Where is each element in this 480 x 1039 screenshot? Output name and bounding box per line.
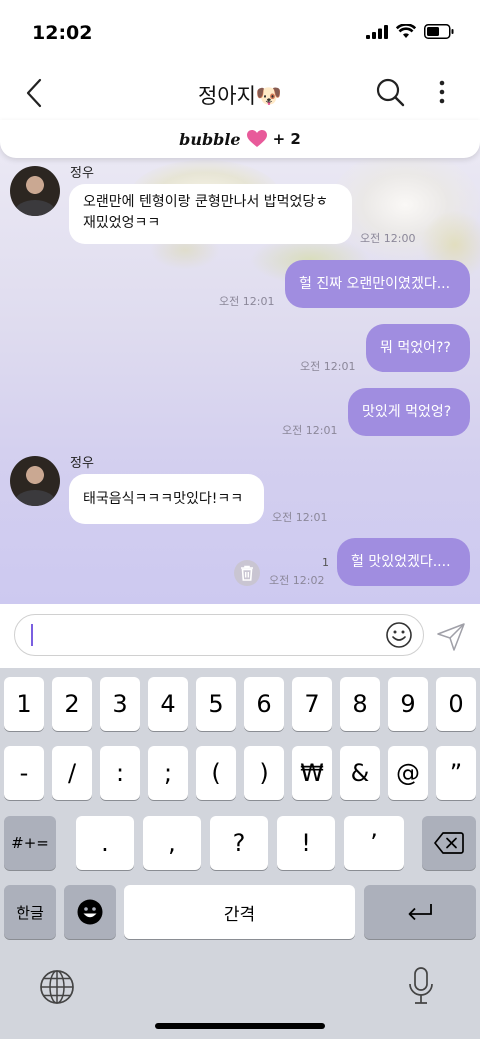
home-indicator [155, 1023, 325, 1029]
message-time: 오전 12:01 [272, 511, 328, 524]
status-time: 12:02 [32, 22, 93, 44]
unread-count: 1 [322, 556, 329, 569]
key-7[interactable]: 7 [292, 677, 332, 731]
battery-icon [424, 24, 454, 39]
message-time: 오전 12:00 [360, 232, 416, 245]
message-bubble-incoming[interactable]: 오랜만에 텐형이랑 쿤형만나서 밥먹었당ㅎ 재밌었엉ㅋㅋ [69, 184, 352, 244]
keyboard: 1 2 3 4 5 6 7 8 9 0 - / : ; ( ) ₩ & @ ” … [0, 668, 480, 1039]
key-language[interactable]: 한글 [4, 885, 56, 939]
key-quote[interactable]: ” [436, 746, 476, 800]
key-period[interactable]: . [76, 816, 134, 870]
message-input-bar [0, 604, 480, 668]
message-input[interactable] [14, 614, 424, 656]
message-bubble-outgoing[interactable]: 헐 진짜 오랜만이였겠다... [285, 260, 470, 308]
globe-icon [40, 970, 74, 1004]
message-time: 오전 12:01 [282, 424, 338, 437]
key-0[interactable]: 0 [436, 677, 476, 731]
delete-button[interactable] [234, 560, 260, 586]
key-slash[interactable]: / [52, 746, 92, 800]
return-arrow-icon [408, 904, 432, 921]
emoji-keyboard-icon [77, 899, 103, 925]
message-bubble-incoming[interactable]: 태국음식ㅋㅋㅋ맛있다!ㅋㅋ [69, 474, 264, 524]
signal-icon [366, 24, 388, 39]
key-5[interactable]: 5 [196, 677, 236, 731]
key-comma[interactable]: , [143, 816, 201, 870]
sender-name: 정우 [70, 456, 94, 471]
emoji-icon [386, 622, 412, 648]
dictation-button[interactable] [406, 966, 436, 1006]
mic-icon [409, 967, 433, 1004]
message-bubble-outgoing[interactable]: 뭐 먹었어?? [366, 324, 470, 372]
send-button[interactable] [436, 622, 466, 652]
search-button[interactable] [374, 76, 408, 110]
key-semicolon[interactable]: ; [148, 746, 188, 800]
backspace-key[interactable] [422, 816, 476, 870]
message-time: 오전 12:02 [269, 574, 325, 587]
language-switch-button[interactable] [38, 968, 76, 1006]
key-hyphen[interactable]: - [4, 746, 44, 800]
key-exclamation[interactable]: ! [277, 816, 335, 870]
heart-icon [246, 130, 267, 147]
search-icon [376, 78, 405, 107]
message-time: 오전 12:01 [300, 360, 356, 373]
return-key[interactable] [364, 885, 476, 939]
key-won[interactable]: ₩ [292, 746, 332, 800]
avatar[interactable] [10, 456, 60, 506]
message-bubble-outgoing[interactable]: 헐 맛있었겠다.... [337, 538, 470, 586]
wifi-icon [396, 24, 416, 38]
status-icons [366, 24, 454, 39]
key-at[interactable]: @ [388, 746, 428, 800]
bubble-banner[interactable]: bubble + 2 [0, 120, 480, 158]
key-question[interactable]: ? [210, 816, 268, 870]
key-ampersand[interactable]: & [340, 746, 380, 800]
key-apostrophe[interactable]: ’ [344, 816, 404, 870]
key-9[interactable]: 9 [388, 677, 428, 731]
key-1[interactable]: 1 [4, 677, 44, 731]
chat-header: 정아지🐶 [0, 68, 480, 120]
text-caret [31, 624, 33, 646]
key-close-paren[interactable]: ) [244, 746, 284, 800]
key-symbols[interactable]: #+= [4, 816, 56, 870]
message-text-line: 재밌었엉ㅋㅋ [83, 215, 161, 231]
key-6[interactable]: 6 [244, 677, 284, 731]
message-time: 오전 12:01 [219, 295, 275, 308]
emoji-key[interactable] [64, 885, 116, 939]
chat-title: 정아지🐶 [197, 84, 283, 108]
send-icon [437, 623, 465, 651]
trash-icon [241, 565, 253, 581]
key-2[interactable]: 2 [52, 677, 92, 731]
message-bubble-outgoing[interactable]: 맛있게 먹었엉? [348, 388, 470, 436]
backspace-icon [434, 832, 464, 854]
more-icon [439, 80, 445, 104]
bubble-logo: bubble [179, 129, 241, 149]
key-colon[interactable]: : [100, 746, 140, 800]
space-key[interactable]: 간격 [124, 885, 355, 939]
sender-name: 정우 [70, 166, 94, 181]
key-4[interactable]: 4 [148, 677, 188, 731]
message-text-line: 오랜만에 텐형이랑 쿤형만나서 밥먹었당ㅎ [83, 194, 329, 210]
status-bar: 12:02 [0, 0, 480, 68]
key-open-paren[interactable]: ( [196, 746, 236, 800]
chat-area[interactable]: 정우 오랜만에 텐형이랑 쿤형만나서 밥먹었당ㅎ 재밌었엉ㅋㅋ 오전 12:00… [0, 140, 480, 604]
emoji-button[interactable] [385, 621, 413, 649]
message-text: 태국음식ㅋㅋㅋ맛있다!ㅋㅋ [83, 490, 244, 507]
key-3[interactable]: 3 [100, 677, 140, 731]
key-8[interactable]: 8 [340, 677, 380, 731]
banner-count: + 2 [272, 130, 301, 148]
more-button[interactable] [432, 76, 452, 110]
avatar[interactable] [10, 166, 60, 216]
